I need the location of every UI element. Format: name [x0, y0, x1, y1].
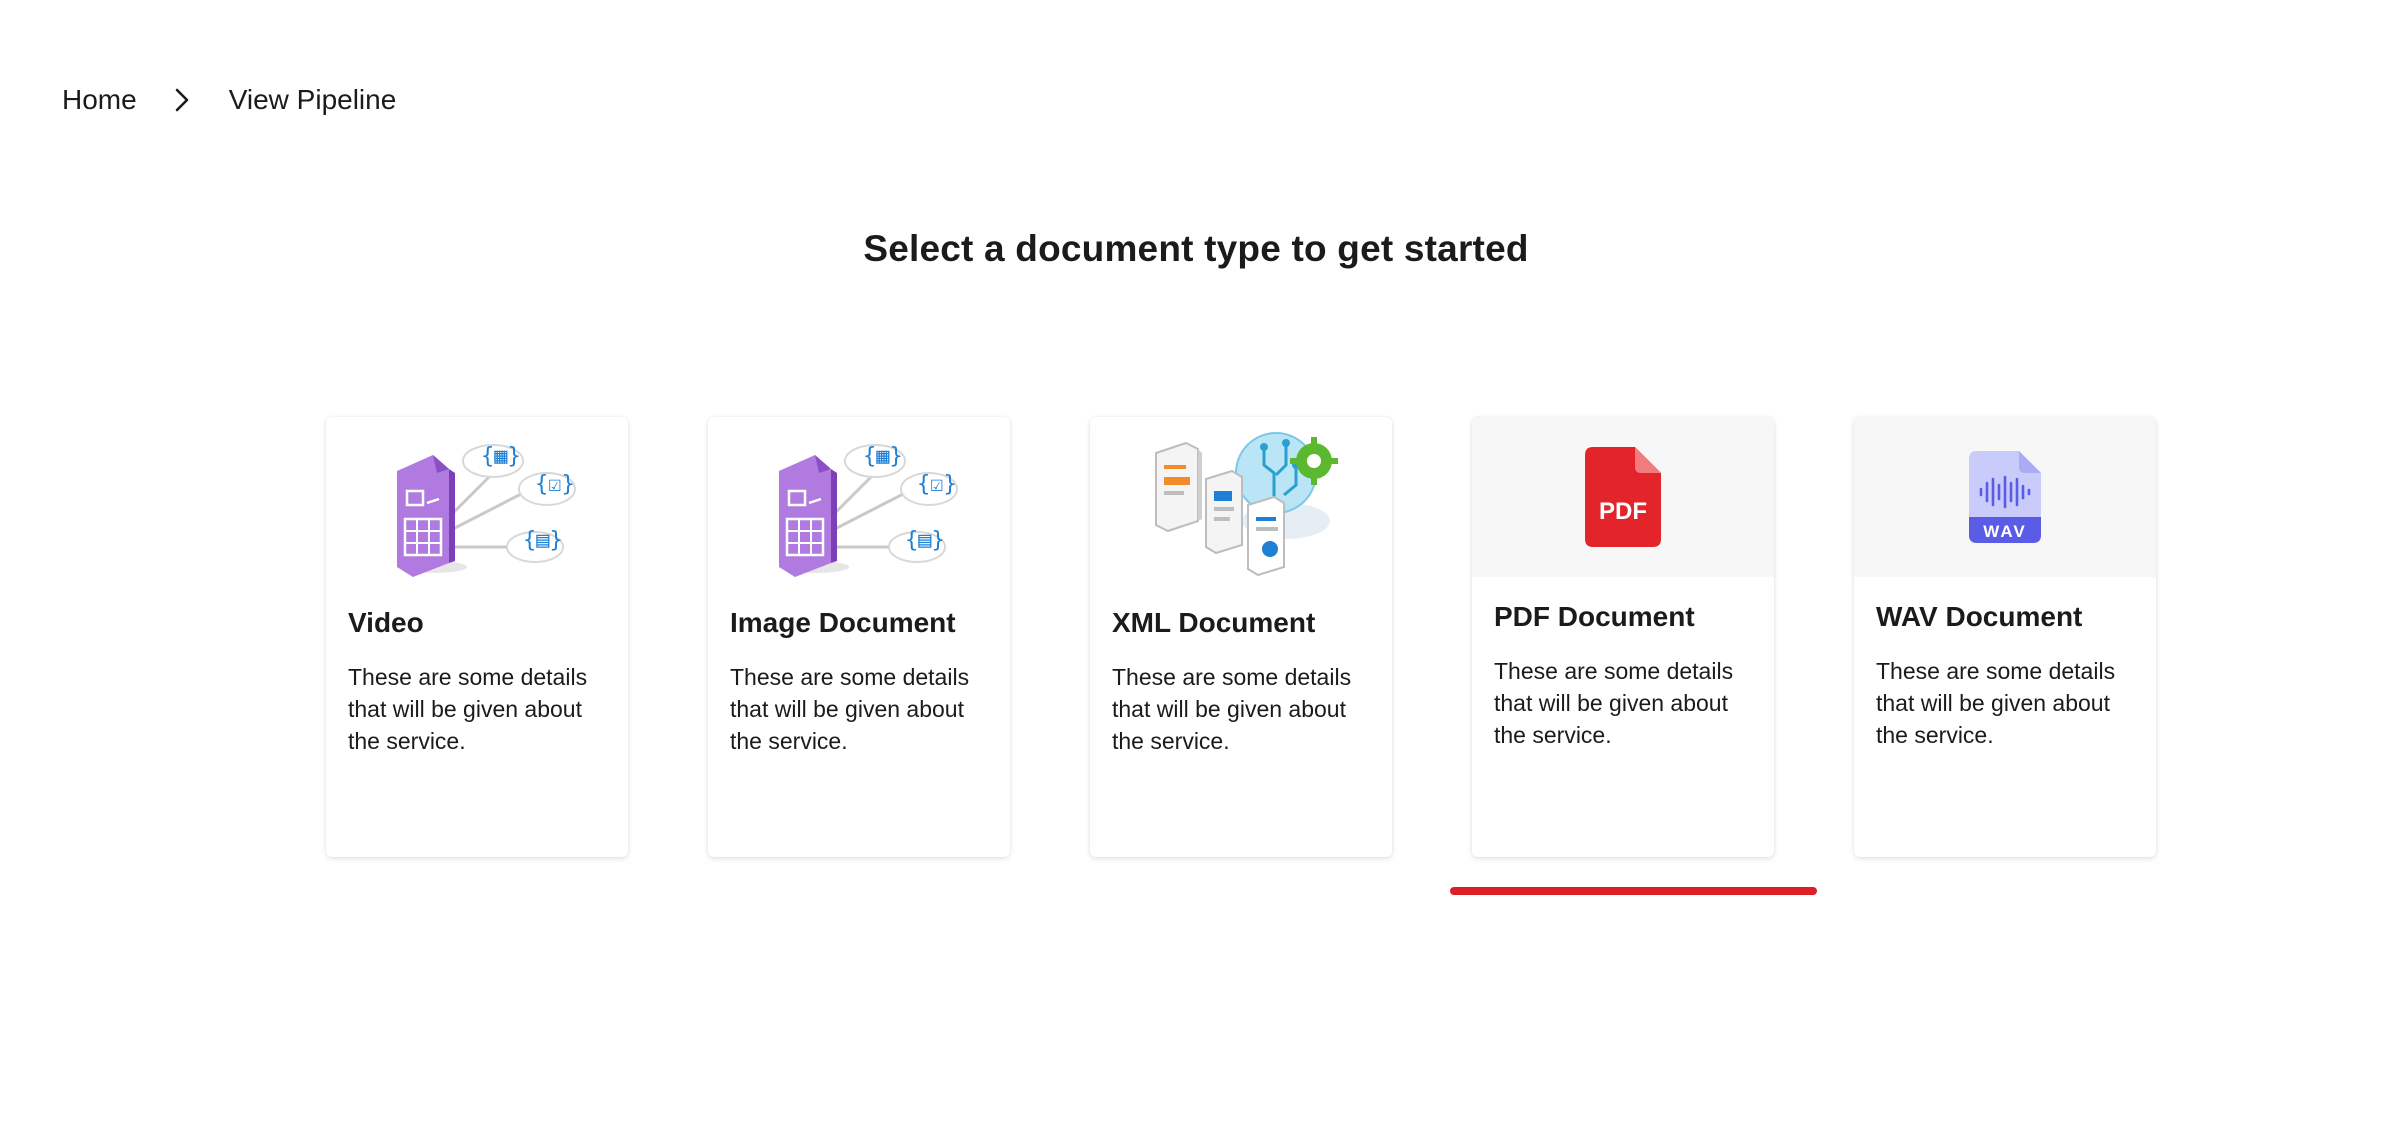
breadcrumb: Home View Pipeline [62, 84, 396, 116]
card-xml-document[interactable]: XML Document These are some details that… [1090, 417, 1392, 857]
pdf-file-icon: PDF [1585, 447, 1661, 547]
wav-icon-label: WAV [1983, 522, 2026, 541]
svg-text:{▤}: {▤} [905, 528, 945, 553]
breadcrumb-home[interactable]: Home [62, 84, 137, 116]
card-description: These are some details that will be give… [1494, 658, 1734, 748]
card-title: Image Document [730, 607, 956, 638]
svg-text:{☑}: {☑} [917, 472, 957, 497]
card-description: These are some details that will be give… [1112, 664, 1352, 754]
card-title: Video [348, 607, 424, 638]
card-description: These are some details that will be give… [730, 664, 970, 754]
card-video[interactable]: {▦} {☑} {▤} Video These are some details… [326, 417, 628, 857]
wav-file-icon: WAV [1969, 451, 2041, 543]
structured-data-icon: {▦} {☑} {▤} [397, 444, 576, 577]
svg-text:{▦}: {▦} [863, 444, 903, 469]
page-title: Select a document type to get started [863, 228, 1529, 269]
card-description: These are some details that will be give… [1876, 658, 2116, 748]
document-type-cards: {▦} {☑} {▤} Video These are some details… [326, 417, 2156, 857]
card-media: WAV [1854, 417, 2156, 577]
card-wav-document[interactable]: WAV WAV Document These are some details … [1854, 417, 2156, 857]
selected-card-indicator [1450, 887, 1817, 895]
pdf-icon-label: PDF [1599, 498, 1647, 525]
structured-data-icon: {▦} {☑} {▤} [779, 444, 958, 577]
document-processing-icon [1155, 432, 1338, 577]
breadcrumb-view-pipeline[interactable]: View Pipeline [229, 84, 397, 116]
svg-text:{☑}: {☑} [535, 472, 575, 497]
card-description: These are some details that will be give… [348, 664, 588, 754]
card-title: WAV Document [1876, 601, 2083, 632]
svg-text:{▤}: {▤} [523, 528, 563, 553]
card-media: {▦} {☑} {▤} [708, 417, 1010, 585]
card-title: PDF Document [1494, 601, 1695, 632]
card-media: {▦} {☑} {▤} [326, 417, 628, 585]
card-media: PDF [1472, 417, 1774, 577]
chevron-right-icon [175, 88, 189, 112]
card-pdf-document[interactable]: PDF PDF Document These are some details … [1472, 417, 1774, 857]
svg-text:{▦}: {▦} [481, 444, 521, 469]
card-image-document[interactable]: {▦} {☑} {▤} Image Document These are som… [708, 417, 1010, 857]
card-title: XML Document [1112, 607, 1316, 638]
card-media [1090, 417, 1392, 585]
